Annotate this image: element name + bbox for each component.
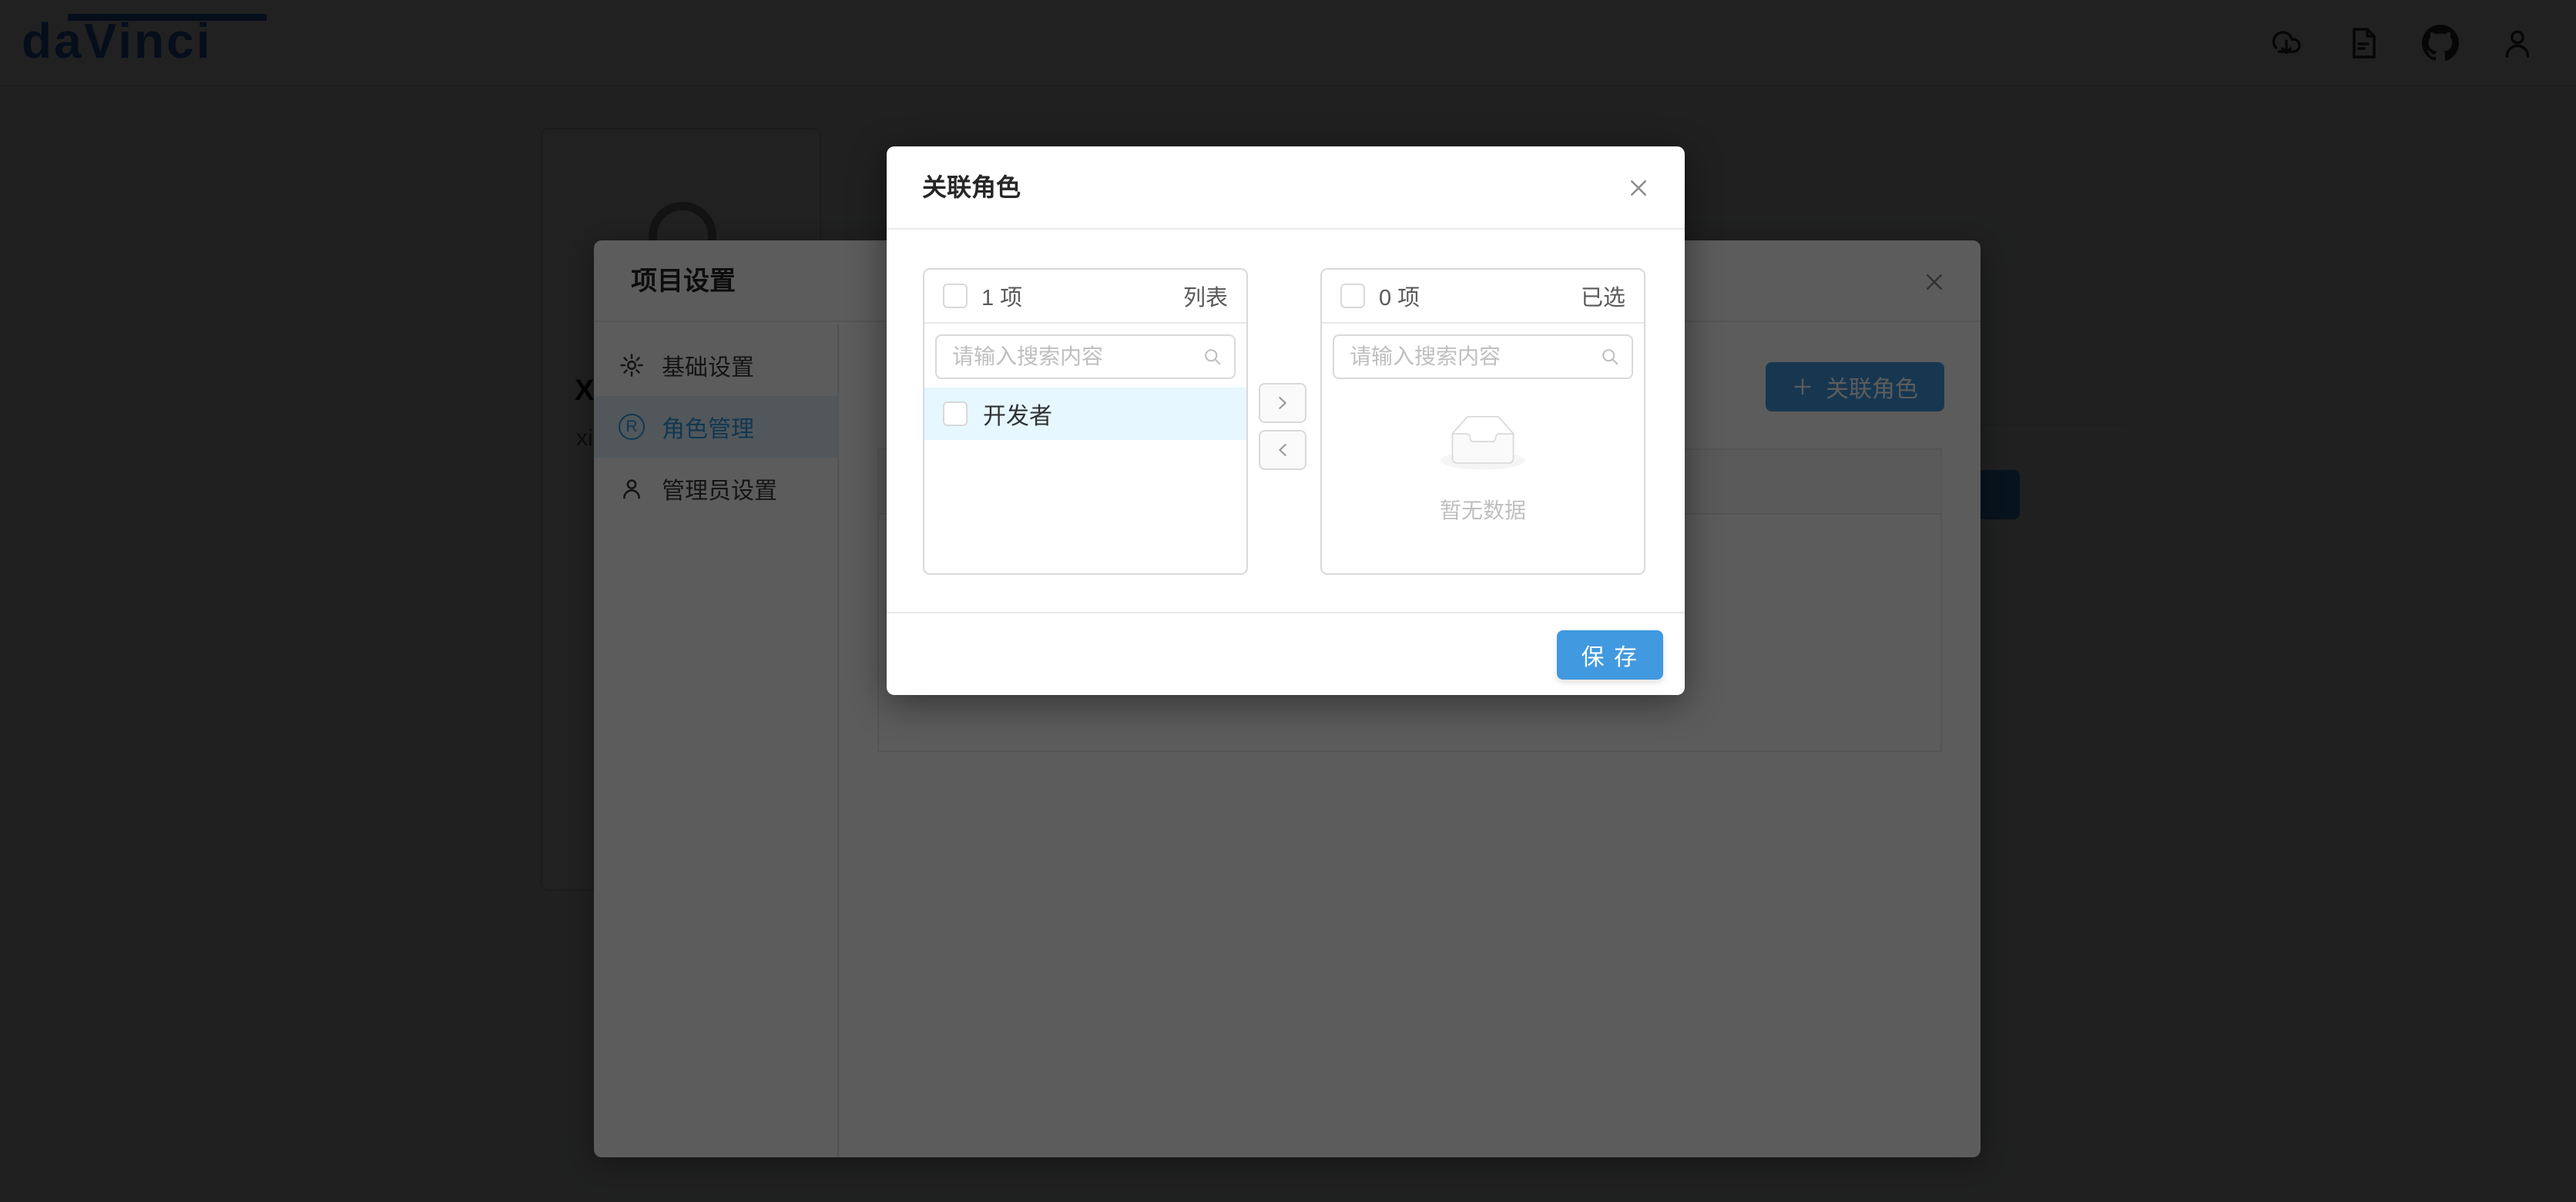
target-panel-title: 已选 bbox=[1580, 286, 1625, 311]
empty-text: 暂无数据 bbox=[1439, 499, 1526, 522]
source-panel-header: 1 项 列表 bbox=[924, 270, 1246, 324]
source-search-input[interactable] bbox=[935, 334, 1236, 379]
transfer-item-developer[interactable]: 开发者 bbox=[924, 388, 1246, 440]
target-select-all-checkbox[interactable] bbox=[1340, 284, 1365, 308]
move-right-button[interactable] bbox=[1259, 383, 1306, 423]
target-search-input[interactable] bbox=[1333, 334, 1633, 379]
save-button[interactable]: 保 存 bbox=[1556, 630, 1663, 680]
transfer-source-panel: 1 项 列表 开发者 bbox=[923, 268, 1248, 575]
transfer-target-panel: 0 项 已选 暂无数据 bbox=[1320, 268, 1645, 575]
associate-role-modal: 关联角色 1 项 列表 开发者 bbox=[887, 146, 1685, 695]
target-search bbox=[1333, 334, 1633, 379]
empty-inbox-icon bbox=[1441, 415, 1525, 470]
item-checkbox[interactable] bbox=[943, 401, 968, 426]
chevron-right-icon bbox=[1279, 397, 1286, 409]
item-label: 开发者 bbox=[983, 404, 1052, 429]
role-modal-title: 关联角色 bbox=[922, 173, 1021, 201]
move-left-button[interactable] bbox=[1259, 430, 1306, 470]
empty-state: 暂无数据 bbox=[1322, 379, 1644, 525]
target-panel-header: 0 项 已选 bbox=[1322, 270, 1644, 324]
transfer-operations bbox=[1259, 383, 1306, 477]
source-panel-title: 列表 bbox=[1182, 286, 1228, 311]
source-search bbox=[935, 334, 1236, 379]
source-count: 1 项 bbox=[981, 286, 1023, 311]
screen: daVinci X xi 项目设置 基础设置 bbox=[0, 0, 2576, 1202]
role-modal-header: 关联角色 bbox=[887, 146, 1685, 230]
role-modal-footer: 保 存 bbox=[887, 612, 1685, 695]
chevron-left-icon bbox=[1279, 444, 1286, 456]
source-select-all-checkbox[interactable] bbox=[943, 284, 968, 308]
close-icon[interactable] bbox=[1623, 173, 1654, 203]
target-count: 0 项 bbox=[1379, 286, 1420, 311]
